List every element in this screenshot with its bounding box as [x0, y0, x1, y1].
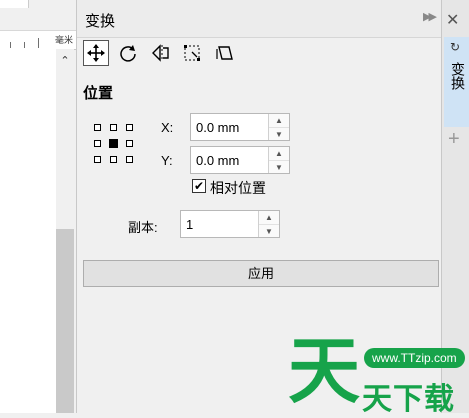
x-value[interactable]: 0.0 mm: [196, 120, 239, 135]
close-icon[interactable]: ✕: [446, 10, 459, 30]
y-label: Y:: [161, 153, 173, 168]
canvas-area: 毫米 ⌃: [0, 0, 76, 413]
copies-increment-icon[interactable]: ▲: [259, 211, 279, 225]
docker-titlebar: 变换 ▶▶: [77, 0, 442, 38]
y-decrement-icon[interactable]: ▼: [269, 161, 289, 174]
copies-decrement-icon[interactable]: ▼: [259, 225, 279, 238]
vertical-scrollbar[interactable]: ⌃: [56, 49, 74, 413]
anchor-bottom-center[interactable]: [110, 156, 117, 163]
watermark-logo: 天 www.TTzip.com 天下载: [288, 332, 469, 416]
copies-spinner: ▲ ▼: [258, 211, 279, 237]
relative-position-label: 相对位置: [210, 180, 266, 196]
anchor-center[interactable]: [109, 139, 118, 148]
y-spinner: ▲ ▼: [268, 147, 289, 173]
position-button[interactable]: [83, 40, 109, 66]
skew-icon: [216, 46, 233, 60]
drawing-canvas[interactable]: [0, 49, 56, 413]
rotate-button[interactable]: [115, 40, 141, 66]
x-position-field[interactable]: 0.0 mm ▲ ▼: [190, 113, 290, 141]
anchor-bottom-right[interactable]: [126, 156, 133, 163]
add-docker-icon[interactable]: +: [448, 128, 460, 151]
size-button[interactable]: [179, 40, 205, 66]
anchor-top-left[interactable]: [94, 124, 101, 131]
rotate-icon: [120, 45, 136, 62]
x-increment-icon[interactable]: ▲: [269, 114, 289, 128]
x-spinner: ▲ ▼: [268, 114, 289, 140]
x-label: X:: [161, 120, 174, 135]
watermark-big-char: 天: [288, 332, 361, 412]
scale-mirror-button[interactable]: [147, 40, 173, 66]
transform-tab-icon: ↻: [450, 40, 461, 54]
watermark-brand-text: 天下载: [362, 383, 455, 416]
copies-label: 副本:: [128, 220, 158, 235]
anchor-bottom-left[interactable]: [94, 156, 101, 163]
scroll-thumb[interactable]: [56, 229, 74, 413]
watermark-url: www.TTzip.com: [364, 348, 465, 368]
horizontal-ruler[interactable]: 毫米: [0, 30, 76, 50]
y-increment-icon[interactable]: ▲: [269, 147, 289, 161]
y-value[interactable]: 0.0 mm: [196, 153, 239, 168]
anchor-point-selector[interactable]: [94, 124, 134, 164]
anchor-top-center[interactable]: [110, 124, 117, 131]
copies-value[interactable]: 1: [186, 217, 193, 232]
docker-title: 变换: [85, 13, 116, 30]
scroll-up-icon[interactable]: ⌃: [56, 49, 74, 73]
canvas-top: [0, 0, 76, 30]
collapse-icon[interactable]: ▶▶: [423, 10, 437, 23]
size-icon: [184, 45, 200, 61]
tab-transform-label[interactable]: 变换: [448, 62, 468, 90]
copies-field[interactable]: 1 ▲ ▼: [180, 210, 280, 238]
scale-mirror-icon: [152, 44, 169, 62]
anchor-middle-right[interactable]: [126, 140, 133, 147]
y-position-field[interactable]: 0.0 mm ▲ ▼: [190, 146, 290, 174]
anchor-middle-left[interactable]: [94, 140, 101, 147]
anchor-top-right[interactable]: [126, 124, 133, 131]
ruler-unit: 毫米: [54, 35, 73, 45]
skew-button[interactable]: [211, 40, 237, 66]
apply-button[interactable]: 应用: [83, 260, 439, 287]
x-decrement-icon[interactable]: ▼: [269, 128, 289, 141]
section-title: 位置: [83, 85, 114, 102]
relative-position-checkbox[interactable]: ✔: [192, 179, 206, 193]
position-icon: [87, 44, 105, 62]
